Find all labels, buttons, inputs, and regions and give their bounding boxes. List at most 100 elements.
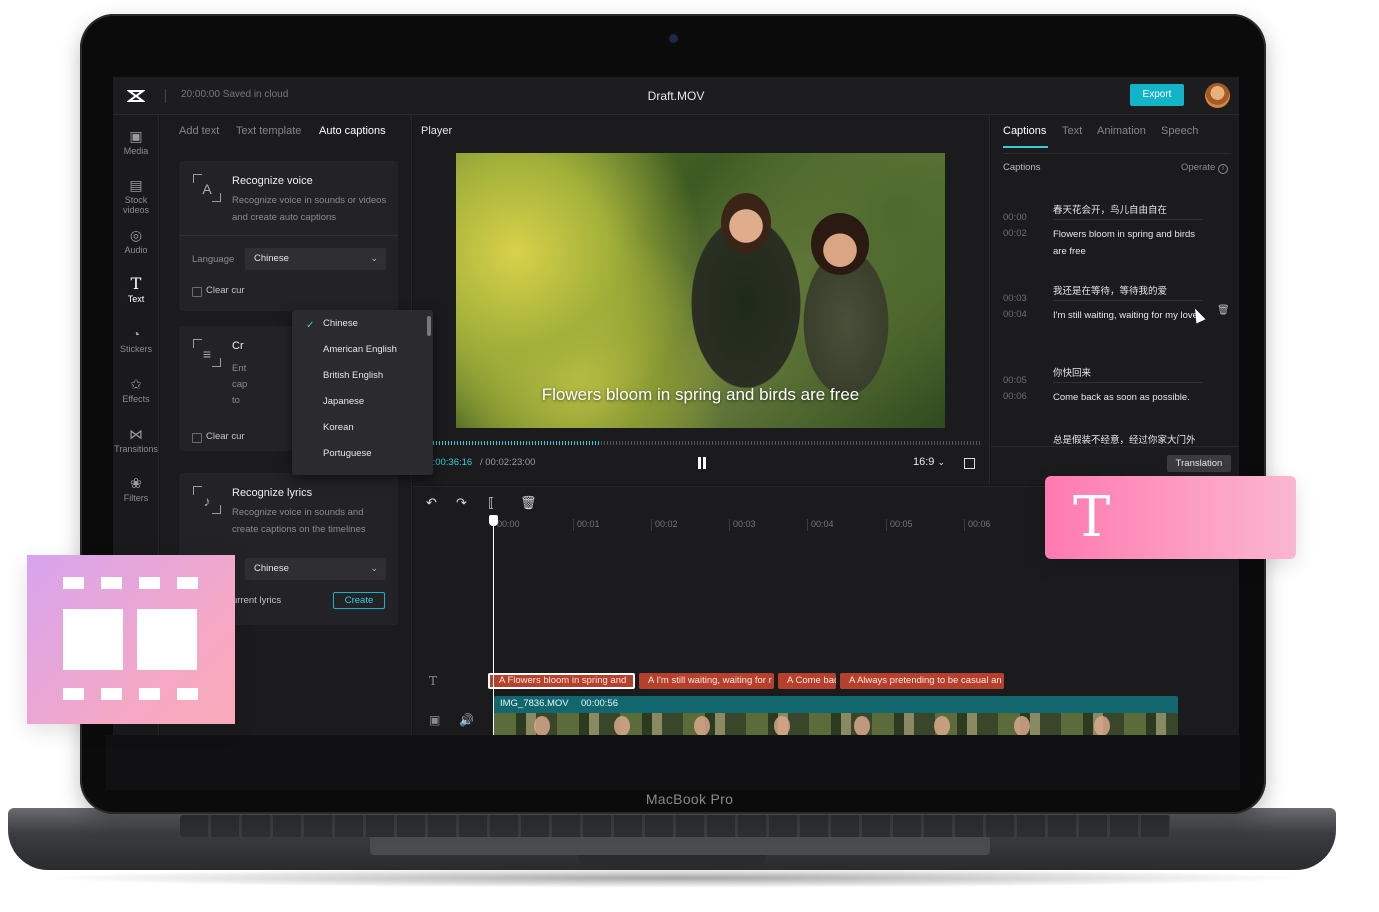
ruler-tick: 00:04 <box>807 519 834 531</box>
sidebar-item-effects[interactable]: ✩ Effects <box>113 377 159 404</box>
playhead-handle[interactable] <box>489 515 498 526</box>
avatar[interactable] <box>1205 83 1230 108</box>
sidebar-item-transitions[interactable]: ⋈ Transitions <box>113 427 159 454</box>
active-tab-underline <box>1003 146 1048 148</box>
tab-text[interactable]: Text <box>1062 125 1082 137</box>
film-hole <box>63 688 84 700</box>
sidebar-item-media[interactable]: ▣ Media <box>113 129 159 156</box>
split-icon[interactable]: ⟦ <box>488 495 494 511</box>
film-hole <box>139 688 160 700</box>
transitions-icon: ⋈ <box>129 426 143 442</box>
tab-animation[interactable]: Animation <box>1097 125 1146 137</box>
caption-zh[interactable]: 总是假装不经意，经过你家大门外 <box>1053 432 1196 446</box>
player-panel: Player Flowers bloom in spring and birds… <box>413 115 990 485</box>
caption-clip-label: Flowers bloom in spring and <box>507 675 627 686</box>
video-preview[interactable]: Flowers bloom in spring and birds are fr… <box>456 153 945 428</box>
thumbnail-face <box>694 716 710 735</box>
create-captions-icon: ≡ <box>192 338 222 368</box>
divider <box>991 446 1239 447</box>
caption-clip-icon: A <box>648 675 654 686</box>
film-hole <box>63 577 84 589</box>
chevron-down-icon: ⌄ <box>370 563 378 573</box>
caption-zh[interactable]: 春天花会开，鸟儿自由自在 <box>1053 202 1167 216</box>
tab-captions[interactable]: Captions <box>1003 125 1046 137</box>
dropdown-option[interactable]: Portuguese <box>323 448 372 459</box>
playhead[interactable] <box>493 517 494 735</box>
video-clip-duration: 00:00:56 <box>581 698 618 709</box>
caption-start: 00:00 <box>1003 212 1027 223</box>
dropdown-option[interactable]: Chinese <box>323 318 358 329</box>
person-right <box>811 213 869 275</box>
undo-icon[interactable]: ↶ <box>426 495 437 511</box>
bezel-bottom <box>106 735 1240 790</box>
dropdown-option[interactable]: Korean <box>323 422 354 433</box>
redo-icon[interactable]: ↷ <box>456 495 467 511</box>
top-bar: 20:00:00 Saved in cloud Draft.MOV Export <box>113 77 1239 115</box>
tab-auto-captions[interactable]: Auto captions <box>319 125 386 137</box>
ruler-tick: 00:06 <box>964 519 991 531</box>
language-dropdown: Chinese American English British English… <box>292 310 433 475</box>
clear-current-checkbox[interactable] <box>192 433 202 443</box>
tab-text-template[interactable]: Text template <box>236 125 301 137</box>
dropdown-scrollbar[interactable] <box>427 316 431 336</box>
dropdown-option[interactable]: American English <box>323 344 397 355</box>
film-hole <box>101 577 122 589</box>
fullscreen-icon[interactable] <box>964 458 975 469</box>
recognize-voice-icon: A <box>192 173 222 203</box>
caption-clip[interactable]: A Always pretending to be casual an <box>840 673 1004 689</box>
stock-videos-icon: ▤ <box>129 177 143 193</box>
ruler-tick: 00:03 <box>729 519 756 531</box>
export-button[interactable]: Export <box>1130 84 1184 106</box>
sidebar-item-audio[interactable]: ◎ Audio <box>113 228 159 255</box>
thumbnail-face <box>774 716 790 735</box>
ruler-tick: 00:05 <box>886 519 913 531</box>
delete-icon[interactable]: 🗑 <box>520 495 537 511</box>
sidebar-item-stickers[interactable]: ◔ Stickers <box>113 327 159 354</box>
text-icon: T <box>130 274 142 293</box>
file-name: Draft.MOV <box>647 89 705 103</box>
operate-button[interactable]: Operate i <box>1181 162 1228 174</box>
playback-progress[interactable] <box>421 441 981 445</box>
caption-en[interactable]: Come back as soon as possible. <box>1053 389 1203 406</box>
trash-icon[interactable]: 🗑 <box>1217 305 1230 316</box>
captions-header: Captions <box>1003 162 1041 173</box>
create-lyrics-button[interactable]: Create <box>333 592 385 609</box>
caption-end: 00:02 <box>1003 228 1027 239</box>
film-hole <box>177 688 198 700</box>
subtitle-overlay[interactable]: Flowers bloom in spring and birds are fr… <box>456 385 945 405</box>
tab-speech[interactable]: Speech <box>1161 125 1198 137</box>
caption-zh[interactable]: 你快回来 <box>1053 365 1091 379</box>
sidebar-item-stock-videos[interactable]: ▤ Stock videos <box>113 178 159 215</box>
sidebar-item-text[interactable]: T Text <box>113 274 159 305</box>
laptop-notch <box>578 855 766 867</box>
caption-clip[interactable]: A Come bac <box>778 673 836 689</box>
sidebar-item-filters[interactable]: ❀ Filters <box>113 476 159 503</box>
volume-icon[interactable]: 🔊 <box>459 713 474 727</box>
recognize-voice-card: A Recognize voice Recognize voice in sou… <box>179 161 398 311</box>
text-card-icon: T <box>1073 485 1111 550</box>
video-clip[interactable]: IMG_7836.MOV 00:00:56 <box>494 696 1178 735</box>
caption-en[interactable]: I'm still waiting, waiting for my love <box>1053 307 1203 324</box>
aspect-ratio-select[interactable]: 16:9 ⌄ <box>913 456 945 468</box>
language-select[interactable]: Chinese ⌄ <box>245 248 386 270</box>
pause-icon[interactable] <box>696 457 708 469</box>
caption-clip-icon: A <box>849 675 855 686</box>
sidebar-item-label: Text <box>127 294 145 304</box>
dropdown-option[interactable]: British English <box>323 370 383 381</box>
caption-clip[interactable]: A Flowers bloom in spring and <box>488 673 635 689</box>
chevron-down-icon: ⌄ <box>370 253 378 263</box>
chevron-down-icon: ⌄ <box>937 457 946 467</box>
caption-clip-icon: A <box>499 675 505 686</box>
effects-icon: ✩ <box>130 376 142 392</box>
dropdown-option[interactable]: Japanese <box>323 396 364 407</box>
tab-add-text[interactable]: Add text <box>179 125 219 137</box>
lyrics-language-select[interactable]: Chinese ⌄ <box>245 558 386 580</box>
filters-icon: ❀ <box>130 475 142 491</box>
translation-button[interactable]: Translation <box>1167 455 1231 472</box>
film-strip-card <box>27 555 235 724</box>
clear-current-checkbox[interactable] <box>192 287 202 297</box>
caption-zh[interactable]: 我还是在等待，等待我的爱 <box>1053 283 1167 297</box>
caption-en[interactable]: Flowers bloom in spring and birds are fr… <box>1053 226 1203 260</box>
ruler-tick: 00:02 <box>651 519 678 531</box>
caption-clip[interactable]: A I'm still waiting, waiting for r <box>639 673 774 689</box>
